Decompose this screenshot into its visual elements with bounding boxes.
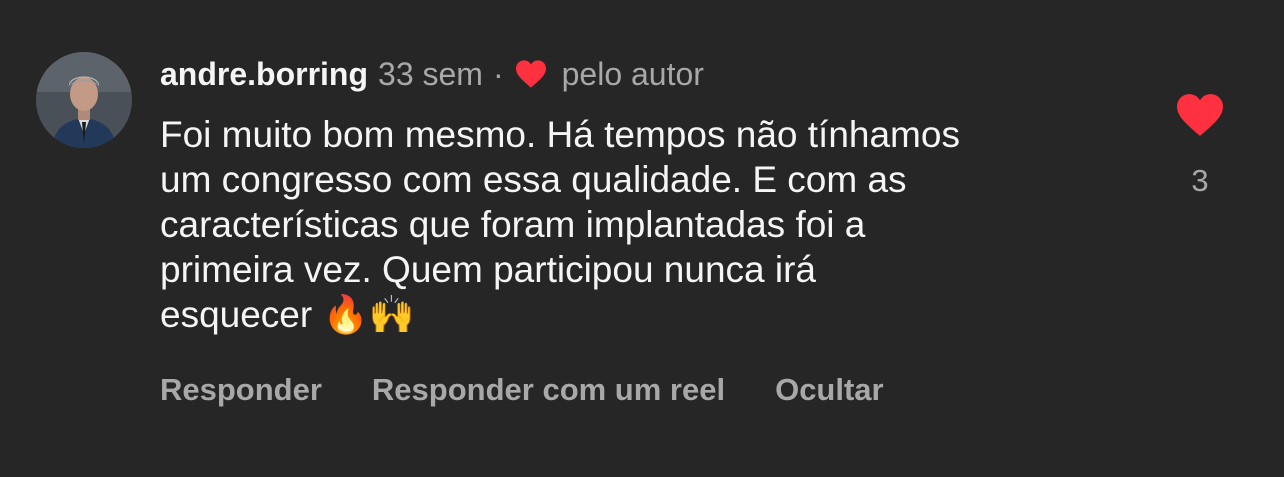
comment: andre.borring 33 sem · pelo autor Foi mu… <box>0 0 1284 477</box>
user-avatar-icon <box>36 52 132 148</box>
reply-button[interactable]: Responder <box>160 368 322 412</box>
separator-dot: · <box>492 56 504 92</box>
username[interactable]: andre.borring <box>160 52 368 96</box>
timestamp: 33 sem <box>378 56 483 92</box>
reply-with-reel-button[interactable]: Responder com um reel <box>372 368 725 412</box>
like-heart-icon[interactable] <box>1174 92 1226 138</box>
comment-body: andre.borring 33 sem · pelo autor Foi mu… <box>160 52 1140 337</box>
comment-text: Foi muito bom mesmo. Há tempos não tínha… <box>160 114 960 335</box>
author-liked-heart-icon <box>515 60 546 88</box>
hide-button[interactable]: Ocultar <box>775 368 884 412</box>
comment-actions: Responder Responder com um reel Ocultar <box>160 368 934 412</box>
like-area: 3 <box>1166 92 1234 208</box>
author-liked-label: pelo autor <box>561 56 704 92</box>
like-count[interactable]: 3 <box>1166 164 1234 198</box>
avatar[interactable] <box>36 52 132 148</box>
comment-meta: andre.borring 33 sem · pelo autor <box>160 52 1140 96</box>
